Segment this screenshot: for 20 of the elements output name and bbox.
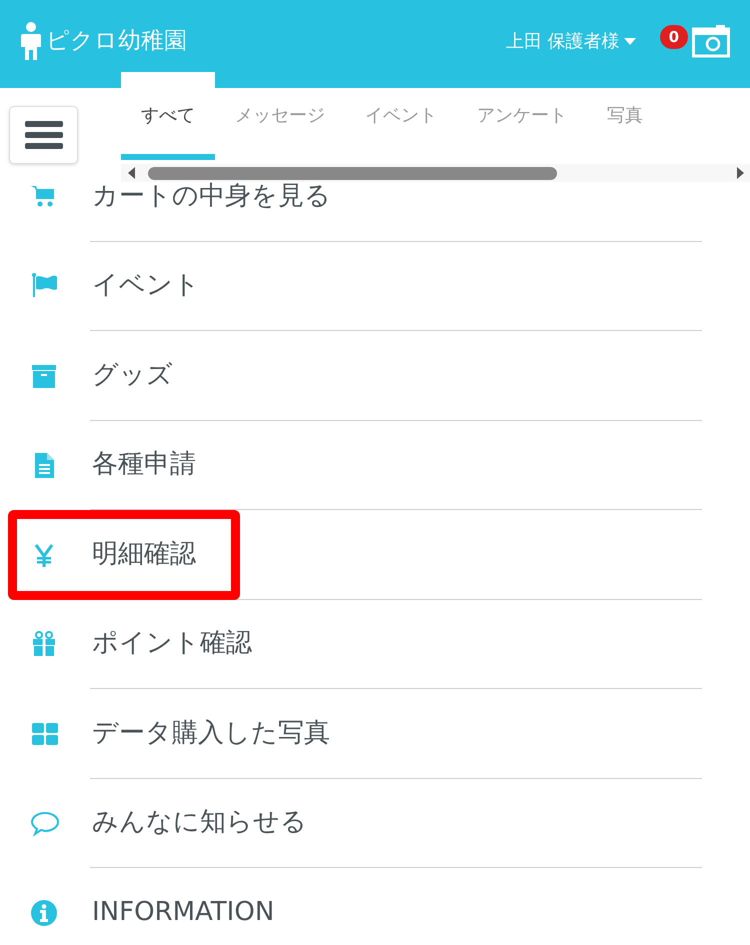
menu-icon: [24, 121, 62, 149]
person-icon: [20, 22, 42, 60]
menu-item[interactable]: ポイント確認: [90, 624, 252, 664]
scroll-right-icon[interactable]: [734, 167, 746, 179]
menu-item[interactable]: みんなに知らせる: [90, 803, 307, 842]
scrollbar-thumb[interactable]: [148, 166, 557, 180]
speech-bubble-icon: [30, 809, 60, 838]
scrollbar[interactable]: [121, 164, 750, 182]
menu-item[interactable]: データ購入した写真: [90, 714, 330, 753]
menu-item[interactable]: 明細確認: [90, 534, 196, 574]
info-icon: [30, 898, 60, 927]
menu-button[interactable]: [9, 106, 78, 164]
menu-item[interactable]: カートの中身を見る: [90, 180, 331, 216]
menu-item[interactable]: 各種申請: [90, 445, 196, 484]
menu-item[interactable]: INFORMATION: [90, 892, 274, 932]
caret-icon: [624, 38, 636, 44]
menu-item[interactable]: グッズ: [90, 356, 173, 395]
menu-item[interactable]: イベント: [90, 266, 200, 306]
notification-badge: 0: [660, 25, 688, 49]
tab[interactable]: すべて: [121, 72, 215, 160]
